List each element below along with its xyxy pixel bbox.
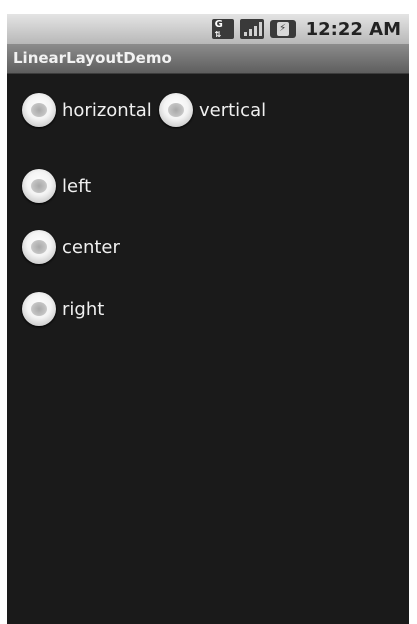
status-icons: G ⇅ ⚡ 12:22 AM <box>211 14 401 44</box>
radio-button-icon[interactable] <box>22 230 56 264</box>
phone-screen: G ⇅ ⚡ 12:22 AM LinearLayoutDemo horizont… <box>7 14 409 624</box>
radio-button-icon[interactable] <box>22 292 56 326</box>
radio-label-center: center <box>62 236 120 258</box>
charging-bolt-icon: ⚡ <box>276 22 289 36</box>
radio-button-icon[interactable] <box>22 93 56 127</box>
status-bar: G ⇅ ⚡ 12:22 AM <box>7 14 409 44</box>
signal-icon <box>239 19 264 39</box>
gsm-data-icon: G ⇅ <box>211 19 234 39</box>
data-arrows-icon: ⇅ <box>214 30 222 39</box>
radio-right[interactable]: right <box>22 290 104 328</box>
radio-label-horizontal: horizontal <box>62 99 152 121</box>
radio-horizontal[interactable]: horizontal <box>22 91 152 129</box>
radio-label-vertical: vertical <box>199 99 267 121</box>
radio-button-icon[interactable] <box>22 169 56 203</box>
gsm-letter: G <box>214 19 223 30</box>
radio-vertical[interactable]: vertical <box>159 91 266 129</box>
radio-center[interactable]: center <box>22 228 120 266</box>
status-clock: 12:22 AM <box>305 18 401 40</box>
battery-charging-icon: ⚡ <box>269 20 296 38</box>
app-title: LinearLayoutDemo <box>13 49 172 67</box>
radio-label-left: left <box>62 175 92 197</box>
app-title-bar: LinearLayoutDemo <box>7 44 409 74</box>
radio-label-right: right <box>62 298 105 320</box>
radio-button-icon[interactable] <box>159 93 193 127</box>
radio-left[interactable]: left <box>22 167 91 205</box>
